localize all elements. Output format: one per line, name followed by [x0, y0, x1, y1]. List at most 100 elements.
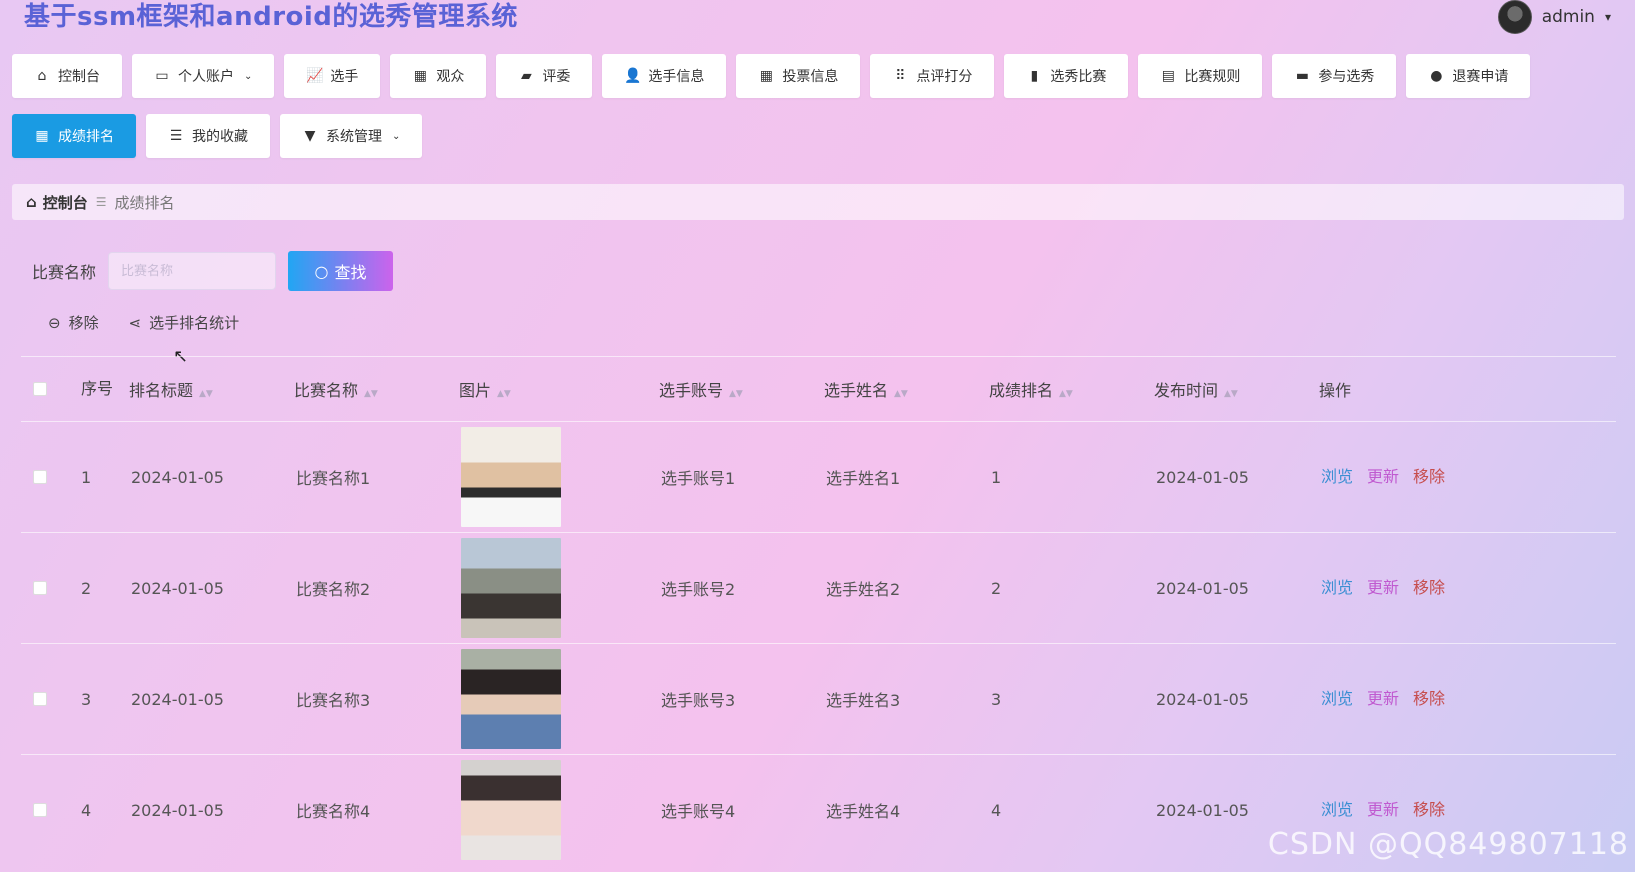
row-checkbox[interactable]: [33, 581, 47, 595]
view-link[interactable]: 浏览: [1321, 796, 1353, 820]
briefcase-icon: ▤: [1161, 68, 1175, 84]
nav-contest[interactable]: ▮ 选秀比赛: [1004, 54, 1129, 98]
update-link[interactable]: 更新: [1367, 685, 1399, 709]
nav-join[interactable]: ▬ 参与选秀: [1272, 54, 1397, 98]
wallet-icon: ▰: [521, 68, 532, 84]
nav-ranking[interactable]: ▦ 成绩排名: [12, 114, 136, 158]
header-label: 发布时间: [1154, 381, 1219, 400]
header-title[interactable]: 排名标题 ▲▼: [129, 377, 294, 401]
cell-name: 选手姓名2: [826, 580, 901, 599]
search-button[interactable]: ○ 查找: [288, 251, 394, 291]
nav-withdraw[interactable]: ● 退赛申请: [1406, 54, 1531, 98]
contestant-photo[interactable]: [461, 427, 561, 527]
search-input[interactable]: [108, 252, 277, 290]
cell-time: 2024-01-05: [1156, 800, 1249, 820]
app-title: 基于ssm框架和android的选秀管理系统: [24, 2, 518, 32]
contestant-photo[interactable]: [461, 538, 561, 638]
cell-rank: 3: [991, 689, 1002, 709]
username: admin: [1541, 7, 1595, 27]
delete-link[interactable]: 移除: [1413, 463, 1445, 487]
header-ops: 操作: [1319, 381, 1352, 400]
sort-icon[interactable]: ▲▼: [497, 389, 511, 399]
cell-index: 1: [81, 467, 92, 487]
table-row: 1 2024-01-05 比赛名称1 选手账号1 选手姓名1 1 2024-01…: [21, 421, 1616, 532]
chevron-down-icon: ⌄: [244, 70, 253, 82]
row-checkbox[interactable]: [33, 470, 47, 484]
cell-account: 选手账号4: [661, 802, 736, 821]
nav-audience[interactable]: ▦ 观众: [390, 54, 487, 98]
sort-icon[interactable]: ▲▼: [1224, 389, 1238, 399]
view-link[interactable]: 浏览: [1321, 574, 1353, 598]
grid-icon: ▦: [413, 68, 427, 84]
remove-button[interactable]: ⊖ 移除: [48, 312, 99, 333]
view-link[interactable]: 浏览: [1321, 685, 1353, 709]
nav-dashboard[interactable]: ⌂ 控制台: [12, 54, 122, 98]
sort-icon[interactable]: ▲▼: [894, 389, 908, 399]
toolbar: ⊖ 移除 ⋖ 选手排名统计: [48, 312, 239, 333]
chevron-down-icon: ⌄: [392, 130, 401, 142]
share-icon: ⋖: [128, 313, 142, 332]
contestant-photo[interactable]: [461, 760, 561, 860]
header-account[interactable]: 选手账号 ▲▼: [659, 377, 824, 401]
header-image[interactable]: 图片 ▲▼: [459, 377, 659, 401]
nav-system[interactable]: ▼ 系统管理 ⌄: [280, 114, 423, 158]
header-name[interactable]: 选手姓名 ▲▼: [824, 377, 989, 401]
contestant-photo[interactable]: [461, 649, 561, 749]
sort-icon[interactable]: ▲▼: [364, 389, 378, 399]
card-icon: ▭: [155, 68, 169, 84]
search-label: 比赛名称: [32, 263, 97, 282]
nav-contestant-info[interactable]: 👤 选手信息: [602, 54, 727, 98]
header-label: 选手账号: [659, 381, 724, 400]
delete-link[interactable]: 移除: [1413, 685, 1445, 709]
update-link[interactable]: 更新: [1367, 463, 1399, 487]
sort-icon[interactable]: ▲▼: [1059, 389, 1073, 399]
header-contest[interactable]: 比赛名称 ▲▼: [294, 377, 459, 401]
bulb-icon: ●: [1430, 68, 1443, 84]
cell-title: 2024-01-05: [131, 689, 224, 709]
cell-account: 选手账号3: [661, 691, 736, 710]
nav-favorites[interactable]: ☰ 我的收藏: [146, 114, 270, 158]
breadcrumb-home-label: 控制台: [42, 193, 88, 212]
cell-index: 3: [81, 689, 92, 709]
nav-label: 控制台: [58, 69, 100, 85]
update-link[interactable]: 更新: [1367, 574, 1399, 598]
stats-button[interactable]: ⋖ 选手排名统计: [129, 312, 240, 333]
remove-label: 移除: [68, 314, 99, 332]
sort-icon[interactable]: ▲▼: [199, 389, 213, 399]
view-link[interactable]: 浏览: [1321, 463, 1353, 487]
row-checkbox[interactable]: [33, 692, 47, 706]
nav-vote-info[interactable]: ▦ 投票信息: [736, 54, 861, 98]
nav-label: 比赛规则: [1184, 69, 1241, 85]
nav-account[interactable]: ▭ 个人账户 ⌄: [132, 54, 275, 98]
nav-label: 评委: [542, 69, 571, 85]
header-rank[interactable]: 成绩排名 ▲▼: [989, 377, 1154, 401]
breadcrumb: ⌂ 控制台 ☰ 成绩排名: [12, 184, 1624, 220]
breadcrumb-home[interactable]: ⌂ 控制台: [26, 192, 88, 213]
row-checkbox[interactable]: [33, 803, 47, 817]
brush-icon: ▼: [304, 128, 316, 144]
nav-judge[interactable]: ▰ 评委: [496, 54, 593, 98]
home-icon: ⌂: [26, 193, 37, 211]
nav-label: 选手: [330, 69, 359, 85]
nav-label: 个人账户: [178, 69, 234, 85]
user-icon: 👤: [624, 68, 642, 84]
cell-account: 选手账号1: [661, 469, 736, 488]
sort-icon[interactable]: ▲▼: [729, 389, 743, 399]
header-label: 选手姓名: [824, 381, 889, 400]
cell-title: 2024-01-05: [131, 800, 224, 820]
delete-link[interactable]: 移除: [1413, 574, 1445, 598]
nav-label: 退赛申请: [1452, 69, 1509, 85]
select-all-checkbox[interactable]: [33, 382, 47, 396]
nav-label: 点评打分: [916, 69, 973, 85]
nav-contestant[interactable]: 📈 选手: [284, 54, 381, 98]
header-label: 图片: [459, 381, 492, 400]
nav-review-score[interactable]: ⠿ 点评打分: [870, 54, 995, 98]
stats-label: 选手排名统计: [149, 314, 240, 332]
sliders-icon: ☰: [169, 128, 183, 144]
user-menu[interactable]: admin ▾: [1497, 0, 1611, 34]
nav-rules[interactable]: ▤ 比赛规则: [1138, 54, 1263, 98]
update-link[interactable]: 更新: [1367, 796, 1399, 820]
cell-name: 选手姓名3: [826, 691, 901, 710]
header-time[interactable]: 发布时间 ▲▼: [1154, 377, 1319, 401]
delete-link[interactable]: 移除: [1413, 796, 1445, 820]
